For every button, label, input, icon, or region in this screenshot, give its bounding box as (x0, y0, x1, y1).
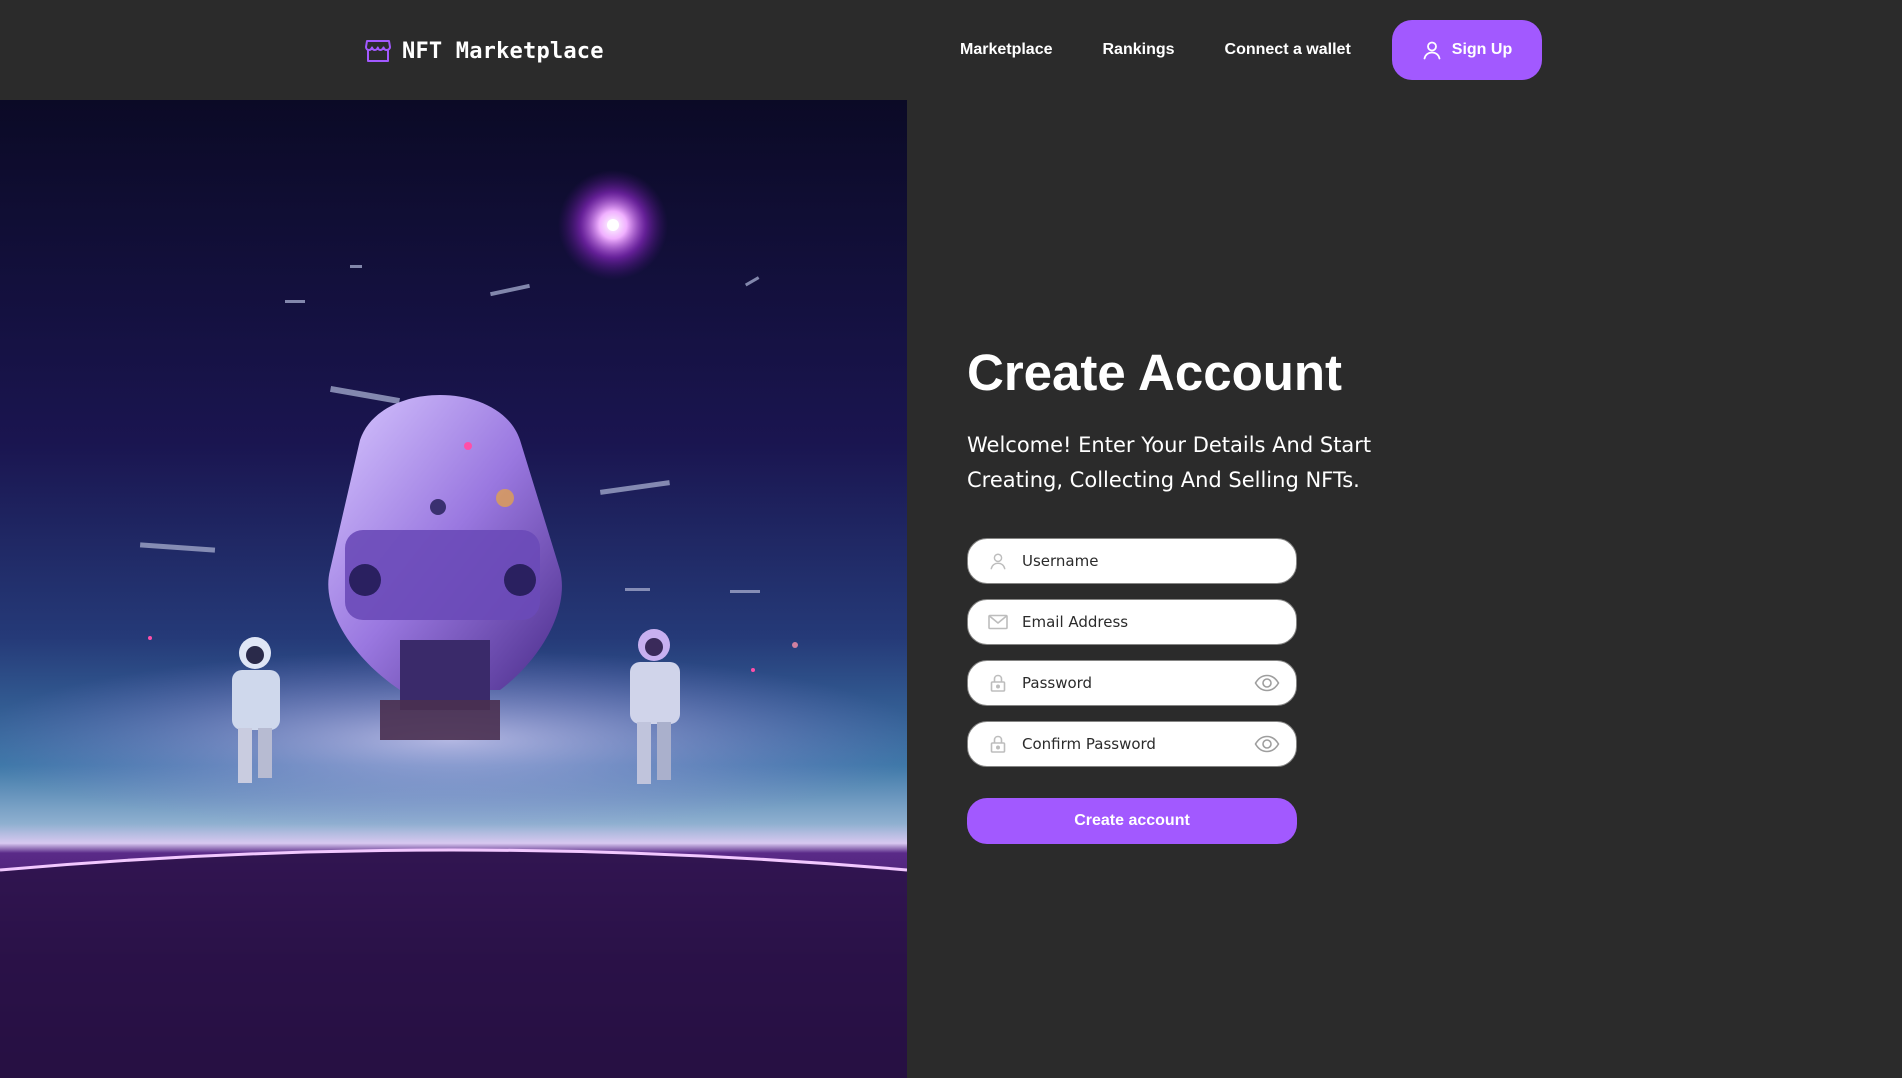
signup-form-section: Create Account Welcome! Enter Your Detai… (967, 340, 1467, 844)
lock-icon (988, 734, 1008, 754)
page-title: Create Account (967, 344, 1343, 401)
email-field[interactable] (967, 599, 1297, 645)
eye-icon[interactable] (1254, 673, 1280, 693)
user-icon (1422, 40, 1442, 60)
create-account-form: Create account (967, 538, 1297, 844)
confirm-password-input[interactable] (1020, 722, 1240, 766)
create-account-button[interactable]: Create account (967, 798, 1297, 844)
hero-image (0, 100, 907, 1078)
user-icon (988, 551, 1008, 571)
lock-icon (988, 673, 1008, 693)
envelope-icon (988, 612, 1008, 632)
password-input[interactable] (1020, 661, 1240, 705)
nav-link-marketplace[interactable]: Marketplace (960, 41, 1053, 59)
email-input[interactable] (1020, 600, 1240, 644)
eye-icon[interactable] (1254, 734, 1280, 754)
username-input[interactable] (1020, 539, 1240, 583)
navbar: NFT Marketplace Marketplace Rankings Con… (0, 0, 1902, 100)
page-subtitle: Welcome! Enter Your Details And Start Cr… (967, 433, 1372, 492)
brand-logo[interactable]: NFT Marketplace (364, 36, 604, 66)
brand-name: NFT Marketplace (402, 38, 604, 64)
nav-link-rankings[interactable]: Rankings (1103, 41, 1175, 59)
sign-up-label: Sign Up (1451, 41, 1513, 58)
confirm-password-field[interactable] (967, 721, 1297, 767)
storefront-icon (364, 37, 392, 65)
username-field[interactable] (967, 538, 1297, 584)
nav-link-connect-wallet[interactable]: Connect a wallet (1225, 41, 1351, 59)
password-field[interactable] (967, 660, 1297, 706)
sign-up-button[interactable]: Sign Up (1392, 20, 1542, 80)
nav-links: Marketplace Rankings Connect a wallet (935, 20, 1376, 80)
